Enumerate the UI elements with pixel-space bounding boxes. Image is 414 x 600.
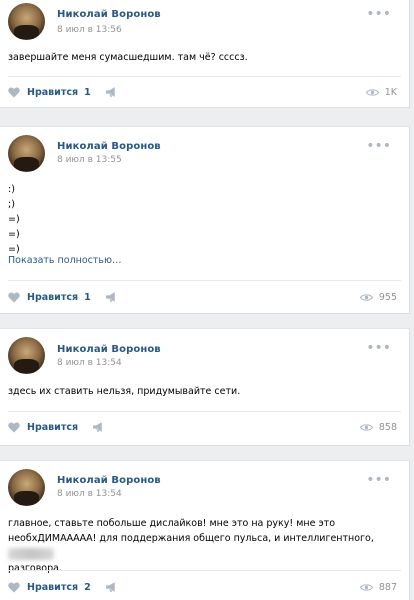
divider [8, 411, 401, 412]
divider [8, 76, 401, 77]
views-count: 1K [384, 86, 397, 98]
post: Николай Воронов 8 июл в 13:55 ••• :) ;) … [0, 126, 410, 314]
more-icon[interactable]: ••• [366, 473, 391, 487]
views-counter: 1K [365, 85, 397, 99]
like-button[interactable]: Нравится 1 [8, 85, 118, 99]
post-date[interactable]: 8 июл в 13:56 [57, 25, 122, 35]
views-count: 858 [378, 421, 397, 433]
divider [8, 280, 401, 281]
post-author[interactable]: Николай Воронов [57, 9, 161, 20]
post-text-line: главное, ставьте побольше дислайков! мне… [8, 518, 336, 529]
post-text: :) ;) =) =) =) [8, 182, 357, 257]
post-text: главное, ставьте побольше дислайков! мне… [8, 516, 401, 576]
avatar[interactable] [8, 337, 45, 374]
heart-icon [8, 582, 20, 592]
like-label: Нравится [27, 86, 79, 98]
like-label: Нравится [27, 421, 79, 433]
post-text-line: :) [8, 184, 15, 195]
post-text-line: ;) [8, 199, 15, 210]
show-more-link[interactable]: Показать полностью… [8, 255, 122, 266]
megaphone-icon[interactable] [92, 421, 105, 433]
more-icon[interactable]: ••• [366, 139, 391, 153]
views-count: 955 [378, 291, 397, 303]
like-count: 1 [84, 291, 91, 303]
views-counter: 955 [359, 290, 397, 304]
post: Николай Воронов 8 июл в 13:54 ••• главно… [0, 460, 410, 600]
like-button[interactable]: Нравится 1 [8, 290, 118, 304]
eye-icon [359, 293, 373, 301]
heart-icon [8, 292, 20, 302]
like-button[interactable]: Нравится [8, 420, 105, 434]
post-text: здесь их ставить нельзя, придумывайте се… [8, 384, 357, 399]
post-author[interactable]: Николай Воронов [57, 344, 161, 355]
views-count: 887 [378, 581, 397, 593]
heart-icon [8, 87, 20, 97]
post-date[interactable]: 8 июл в 13:55 [57, 155, 122, 165]
post: Николай Воронов 8 июл в 13:56 ••• заверш… [0, 0, 410, 108]
eye-icon [359, 423, 373, 431]
post: Николай Воронов 8 июл в 13:54 ••• здесь … [0, 328, 410, 446]
avatar[interactable] [8, 135, 45, 172]
post-author[interactable]: Николай Воронов [57, 475, 161, 486]
eye-icon [365, 88, 379, 96]
post-text-line: необхДИМААААА! для поддержания общего пу… [8, 531, 401, 561]
megaphone-icon[interactable] [105, 291, 118, 303]
eye-icon [359, 583, 373, 591]
like-label: Нравится [27, 581, 79, 593]
post-date[interactable]: 8 июл в 13:54 [57, 489, 122, 499]
like-count: 1 [84, 86, 91, 98]
more-icon[interactable]: ••• [366, 341, 391, 355]
post-text-line: завершайте меня сумасшедшим. там чё? ссс… [8, 52, 248, 63]
avatar[interactable] [8, 3, 45, 40]
post-date[interactable]: 8 июл в 13:54 [57, 358, 122, 368]
post-text-line: здесь их ставить нельзя, придумывайте се… [8, 386, 241, 397]
post-text: завершайте меня сумасшедшим. там чё? ссс… [8, 50, 357, 65]
heart-icon [8, 422, 20, 432]
like-label: Нравится [27, 291, 79, 303]
avatar[interactable] [8, 469, 45, 506]
post-author[interactable]: Николай Воронов [57, 141, 161, 152]
megaphone-icon[interactable] [105, 86, 118, 98]
redacted-text [8, 547, 54, 560]
views-counter: 887 [359, 580, 397, 594]
views-counter: 858 [359, 420, 397, 434]
megaphone-icon[interactable] [105, 581, 118, 593]
divider [8, 570, 401, 571]
like-button[interactable]: Нравится 2 [8, 580, 118, 594]
more-icon[interactable]: ••• [366, 7, 391, 21]
like-count: 2 [84, 581, 91, 593]
post-text-line: =) [8, 229, 20, 240]
post-text-line: разговора. [8, 563, 62, 574]
post-text-line: =) [8, 214, 20, 225]
